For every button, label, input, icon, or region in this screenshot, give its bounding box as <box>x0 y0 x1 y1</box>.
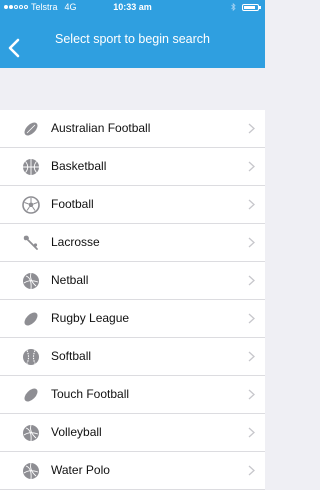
back-button[interactable] <box>6 38 22 58</box>
sport-item-basketball[interactable]: Basketball <box>0 148 265 186</box>
nav-header: Telstra 4G 10:33 am Select sport to begi… <box>0 0 265 68</box>
sport-label: Lacrosse <box>51 235 100 249</box>
water-polo-ball-icon <box>23 462 39 480</box>
status-time: 10:33 am <box>113 2 152 12</box>
chevron-right-icon <box>248 389 255 400</box>
chevron-right-icon <box>248 123 255 134</box>
sport-list: Australian Football Basketball Football … <box>0 110 265 490</box>
status-bar: Telstra 4G 10:33 am <box>0 0 265 14</box>
page-title: Select sport to begin search <box>55 32 210 46</box>
sport-item-football[interactable]: Football <box>0 186 265 224</box>
sport-item-water-polo[interactable]: Water Polo <box>0 452 265 490</box>
chevron-right-icon <box>248 313 255 324</box>
sport-label: Football <box>51 197 94 211</box>
sport-label: Australian Football <box>51 121 151 135</box>
sport-label: Softball <box>51 349 92 363</box>
chevron-right-icon <box>248 427 255 438</box>
sport-item-rugby-league[interactable]: Rugby League <box>0 300 265 338</box>
touch-football-icon <box>24 388 38 402</box>
soccer-ball-icon <box>22 196 40 214</box>
sport-label: Volleyball <box>51 425 102 439</box>
softball-icon <box>23 349 39 365</box>
bluetooth-icon <box>231 3 236 11</box>
sport-item-lacrosse[interactable]: Lacrosse <box>0 224 265 262</box>
basketball-icon <box>23 159 39 175</box>
sport-label: Touch Football <box>51 387 130 401</box>
sport-item-softball[interactable]: Softball <box>0 338 265 376</box>
chevron-right-icon <box>248 351 255 362</box>
chevron-right-icon <box>248 465 255 476</box>
sport-label: Water Polo <box>51 463 110 477</box>
sport-item-volleyball[interactable]: Volleyball <box>0 414 265 452</box>
sport-item-netball[interactable]: Netball <box>0 262 265 300</box>
lacrosse-stick-icon <box>23 235 38 250</box>
sport-label: Basketball <box>51 159 107 173</box>
rugby-ball-icon <box>24 312 38 326</box>
chevron-right-icon <box>248 275 255 286</box>
netball-icon <box>23 272 39 290</box>
sport-label: Rugby League <box>51 311 130 325</box>
battery-icon <box>242 3 261 11</box>
volleyball-icon <box>23 424 39 442</box>
status-right <box>231 3 261 11</box>
sport-item-touch-football[interactable]: Touch Football <box>0 376 265 414</box>
sport-item-australian-football[interactable]: Australian Football <box>0 110 265 148</box>
chevron-right-icon <box>248 199 255 210</box>
chevron-right-icon <box>248 161 255 172</box>
sport-label: Netball <box>51 273 89 287</box>
australian-football-icon <box>24 122 38 136</box>
chevron-right-icon <box>248 237 255 248</box>
